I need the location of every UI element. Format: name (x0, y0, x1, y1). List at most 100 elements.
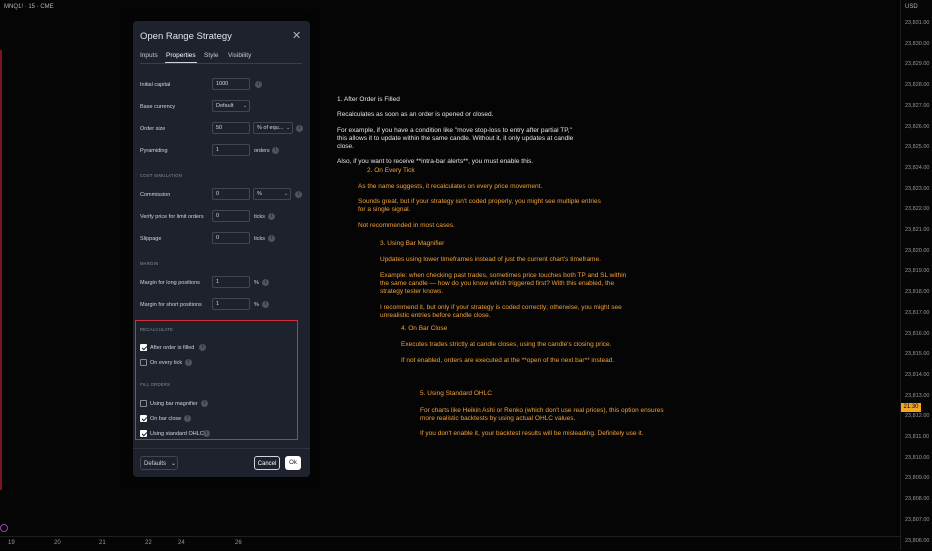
cost-simulation-heading: COST SIMULATION (140, 173, 182, 178)
currency-label[interactable]: USD (905, 4, 918, 10)
info-icon[interactable]: i (268, 235, 275, 242)
chevron-down-icon: ⌄ (243, 103, 248, 109)
annotation-3-text: unrealistic entries before candle close. (380, 312, 491, 319)
price-tick-label: 23,813.00 (905, 392, 930, 399)
price-tick-label: 23,806.00 (905, 537, 930, 544)
annotation-1-text: Also, if you want to receive **intra-bar… (337, 158, 534, 165)
margin-long-unit: % (254, 280, 259, 286)
cancel-button[interactable]: Cancel (254, 456, 280, 470)
price-tick-label: 23,827.00 (905, 102, 930, 109)
current-price-badge: 21:30 (901, 403, 921, 412)
price-tick-label: 23,828.00 (905, 82, 930, 89)
annotation-2-text: As the name suggests, it recalculates on… (358, 183, 543, 190)
price-tick-label: 23,815.00 (905, 351, 930, 358)
info-icon[interactable]: i (201, 400, 208, 407)
margin-heading: MARGIN (140, 261, 159, 266)
time-label: 20 (54, 540, 61, 546)
info-icon[interactable]: i (296, 125, 303, 132)
annotation-1-text: this allows it to update within the same… (337, 135, 574, 142)
pyramiding-input[interactable]: 1 (212, 144, 250, 156)
price-tick-label: 23,830.00 (905, 40, 930, 47)
margin-long-input[interactable]: 1 (212, 276, 250, 288)
slippage-input[interactable]: 0 (212, 232, 250, 244)
recalculate-heading: RECALCULATE (140, 327, 174, 332)
info-icon[interactable]: i (295, 191, 302, 198)
info-icon[interactable]: i (199, 344, 206, 351)
price-tick-label: 23,822.00 (905, 206, 930, 213)
price-tick-label: 23,808.00 (905, 496, 930, 503)
info-icon[interactable]: i (262, 301, 269, 308)
ok-button[interactable]: Ok (285, 456, 301, 470)
after-order-filled-label[interactable]: After order is filled (150, 345, 194, 351)
commission-input[interactable]: 0 (212, 188, 250, 200)
chevron-down-icon: ⌄ (171, 461, 177, 467)
price-tick-label: 23,812.00 (905, 413, 930, 420)
on-every-tick-label[interactable]: On every tick (150, 360, 182, 366)
pyramiding-label: Pyramiding (140, 148, 168, 154)
bar-magnifier-checkbox[interactable] (140, 400, 147, 407)
close-icon[interactable]: ✕ (292, 29, 301, 42)
price-tick-label: 23,821.00 (905, 227, 930, 233)
tab-inputs[interactable]: Inputs (140, 52, 158, 59)
info-icon[interactable]: i (185, 359, 192, 366)
base-currency-label: Base currency (140, 104, 176, 110)
annotation-1-text: close. (337, 143, 354, 150)
strategy-settings-dialog: Open Range Strategy ✕ Inputs Properties … (133, 21, 310, 477)
on-bar-close-label[interactable]: On bar close (150, 416, 181, 422)
annotation-1-title: 1. After Order is Filled (337, 96, 400, 103)
bar-magnifier-label[interactable]: Using bar magnifier (150, 401, 198, 407)
tab-visibility[interactable]: Visibility (228, 52, 251, 59)
symbol-label[interactable]: MNQ1! · 15 · CME (4, 4, 54, 10)
time-label: 22 (145, 540, 152, 546)
slippage-unit: ticks (254, 236, 265, 242)
pyramiding-unit: orders (254, 148, 270, 154)
dialog-title: Open Range Strategy (140, 31, 232, 42)
info-icon[interactable]: i (272, 147, 279, 154)
price-tick-label: 23,814.00 (905, 371, 930, 378)
price-tick-label: 23,825.00 (905, 144, 930, 151)
price-tick-label: 23,811.00 (905, 434, 930, 440)
annotation-5-text: more realistic backtests by using actual… (420, 415, 576, 422)
info-icon[interactable]: i (184, 415, 191, 422)
footer-divider (133, 448, 310, 449)
chevron-down-icon: ⌄ (284, 191, 289, 197)
info-icon[interactable]: i (255, 81, 262, 88)
initial-capital-label: Initial capital (140, 82, 171, 88)
price-tick-label: 23,816.00 (905, 330, 930, 337)
annotation-5-title: 5. Using Standard OHLC (420, 390, 492, 397)
info-icon[interactable]: i (203, 430, 210, 437)
order-size-input[interactable]: 50 (212, 122, 250, 134)
margin-short-label: Margin for short positions (140, 302, 202, 308)
initial-capital-input[interactable]: 1000 (212, 78, 250, 90)
price-tick-label: 23,823.00 (905, 185, 930, 192)
verify-price-label: Verify price for limit orders (140, 214, 204, 220)
tab-style[interactable]: Style (204, 52, 218, 59)
tab-properties[interactable]: Properties (166, 52, 196, 59)
standard-ohlc-checkbox[interactable] (140, 430, 147, 437)
price-tick-label: 23,818.00 (905, 289, 930, 296)
time-label: 24 (178, 540, 185, 546)
price-tick-label: 23,824.00 (905, 164, 930, 171)
defaults-label: Defaults (144, 461, 167, 467)
annotation-2-title: 2. On Every Tick (367, 167, 415, 174)
price-tick-label: 23,817.00 (905, 309, 930, 316)
after-order-filled-checkbox[interactable] (140, 344, 147, 351)
time-label: 19 (8, 540, 15, 546)
on-bar-close-checkbox[interactable] (140, 415, 147, 422)
fill-orders-heading: FILL ORDERS (140, 382, 171, 387)
indicator-dot-icon[interactable] (0, 524, 8, 532)
verify-price-unit: ticks (254, 214, 265, 220)
info-icon[interactable]: i (268, 213, 275, 220)
on-every-tick-checkbox[interactable] (140, 359, 147, 366)
verify-price-input[interactable]: 0 (212, 210, 250, 222)
chevron-down-icon: ⌄ (286, 125, 291, 131)
info-icon[interactable]: i (262, 279, 269, 286)
slippage-label: Slippage (140, 236, 162, 242)
chart-left-line (0, 50, 2, 490)
time-axis[interactable] (0, 536, 900, 551)
margin-short-input[interactable]: 1 (212, 298, 250, 310)
price-tick-label: 23,820.00 (905, 247, 930, 254)
standard-ohlc-label[interactable]: Using standard OHLC (150, 431, 204, 437)
defaults-dropdown[interactable]: Defaults ⌄ (140, 456, 178, 470)
price-tick-label: 23,809.00 (905, 475, 930, 482)
